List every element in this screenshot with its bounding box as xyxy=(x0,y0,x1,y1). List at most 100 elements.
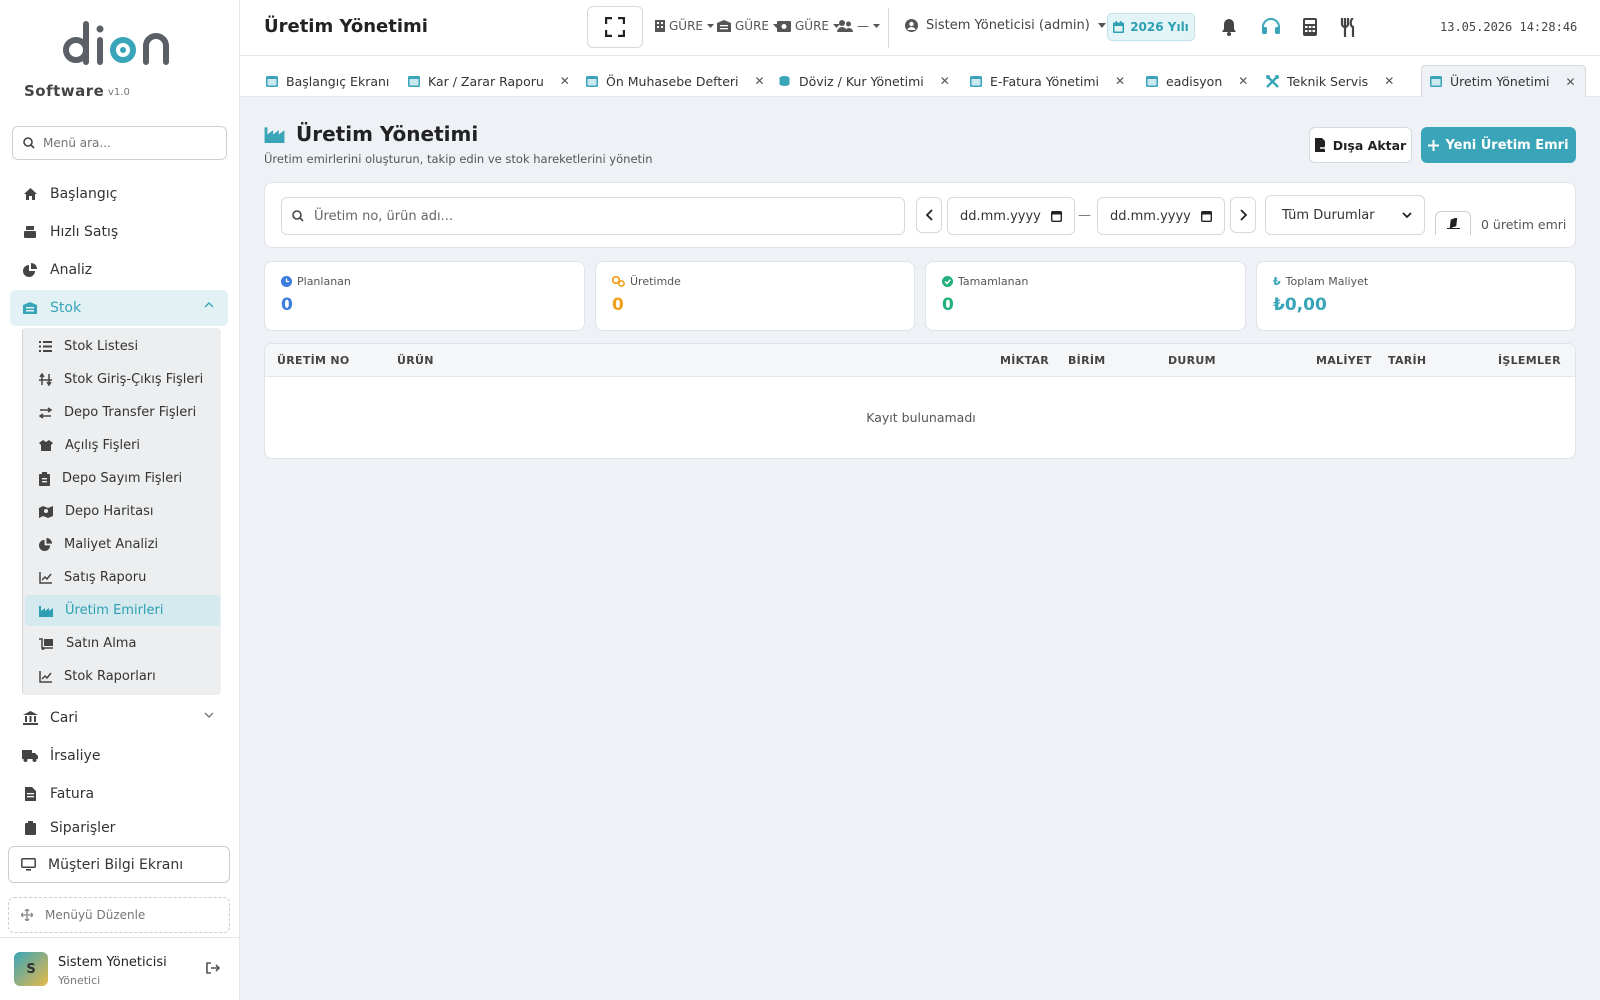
status-select[interactable]: Tüm Durumlar xyxy=(1265,195,1425,235)
sidebar-item-stok[interactable]: Stok xyxy=(10,290,228,326)
submenu-item-label: Üretim Emirleri xyxy=(65,603,164,618)
column-header-production-no[interactable]: ÜRETİM NO xyxy=(277,354,350,367)
export-label: Dışa Aktar xyxy=(1332,137,1407,153)
bell-icon[interactable] xyxy=(1221,18,1237,36)
user-name: Sistem Yöneticisi xyxy=(58,955,167,970)
tab-label: Ön Muhasebe Defteri xyxy=(606,73,739,89)
next-period-button[interactable] xyxy=(1230,197,1256,233)
stat-value: 0 xyxy=(612,295,624,315)
submenu-item-depo-haritasi[interactable]: Depo Haritası xyxy=(25,496,220,527)
sidebar-item-siparisler[interactable]: Siparişler xyxy=(10,813,228,843)
production-search-input[interactable]: Üretim no, ürün adı... xyxy=(281,197,905,235)
tab-on-muhasebe-defteri[interactable]: Ön Muhasebe Defteri ✕ xyxy=(578,65,773,97)
avatar[interactable]: S xyxy=(14,952,48,986)
user-circle-icon xyxy=(905,19,918,32)
close-icon[interactable]: ✕ xyxy=(560,74,570,88)
search-icon xyxy=(23,137,35,149)
export-button[interactable]: Dışa Aktar xyxy=(1309,127,1412,163)
stat-label: Tamamlanan xyxy=(958,275,1029,288)
clock-icon xyxy=(281,276,292,287)
stat-label: Toplam Maliyet xyxy=(1285,275,1369,288)
new-production-order-button[interactable]: Yeni Üretim Emri xyxy=(1421,127,1576,163)
stat-label: Üretimde xyxy=(630,275,681,288)
year-badge[interactable]: 2026 Yılı xyxy=(1107,13,1195,41)
column-header-product[interactable]: ÜRÜN xyxy=(397,354,434,367)
submenu-item-label: Satın Alma xyxy=(66,636,137,651)
check-circle-icon xyxy=(942,276,953,287)
submenu-item-maliyet-analizi[interactable]: Maliyet Analizi xyxy=(25,529,220,560)
column-header-cost[interactable]: MALİYET xyxy=(1316,354,1372,367)
customer-screen-button[interactable]: Müşteri Bilgi Ekranı xyxy=(8,846,230,883)
column-header-quantity[interactable]: MİKTAR xyxy=(1000,354,1049,367)
end-date-input[interactable]: dd.mm.yyyy xyxy=(1097,197,1225,235)
close-icon[interactable]: ✕ xyxy=(755,74,765,88)
submenu-item-satis-raporu[interactable]: Satış Raporu xyxy=(25,562,220,593)
logout-icon[interactable] xyxy=(206,962,220,974)
submenu-item-label: Depo Sayım Fişleri xyxy=(62,471,183,486)
edit-menu-button[interactable]: Menüyü Düzenle xyxy=(8,897,230,933)
submenu-item-uretim-emirleri[interactable]: Üretim Emirleri xyxy=(25,595,220,626)
sidebar-item-cari[interactable]: Cari xyxy=(10,700,228,736)
submenu-item-stok-listesi[interactable]: Stok Listesi xyxy=(25,331,220,362)
user-select[interactable]: Sistem Yöneticisi (admin) xyxy=(905,18,1106,33)
tab-kar-zarar-raporu[interactable]: Kar / Zarar Raporu ✕ xyxy=(400,65,578,97)
tab-e-fatura-yonetimi[interactable]: E-Fatura Yönetimi ✕ xyxy=(962,65,1133,97)
new-production-order-label: Yeni Üretim Emri xyxy=(1445,137,1569,153)
tab-label: Başlangıç Ekranı xyxy=(286,73,390,89)
chevron-up-icon xyxy=(204,302,214,308)
submenu-item-acilis-fisleri[interactable]: Açılış Fişleri xyxy=(25,430,220,461)
close-icon[interactable]: ✕ xyxy=(940,74,950,88)
calculator-icon[interactable] xyxy=(1303,18,1317,36)
clipboard-icon xyxy=(22,820,38,836)
warehouse-select[interactable]: GÜRE xyxy=(717,19,781,33)
close-icon[interactable]: ✕ xyxy=(1384,74,1394,88)
headset-icon[interactable] xyxy=(1261,18,1281,36)
sidebar-item-label: İrsaliye xyxy=(50,748,101,764)
clear-filters-button[interactable] xyxy=(1435,211,1471,235)
page-subtitle: Üretim emirlerini oluşturun, takip edin … xyxy=(264,152,653,166)
column-header-status[interactable]: DURUM xyxy=(1168,354,1216,367)
submenu-item-depo-transfer[interactable]: Depo Transfer Fişleri xyxy=(25,397,220,428)
menu-search[interactable] xyxy=(12,126,227,160)
menu-search-input[interactable] xyxy=(43,136,213,150)
submenu-item-stok-raporlari[interactable]: Stok Raporları xyxy=(25,661,220,692)
tab-teknik-servis[interactable]: Teknik Servis ✕ xyxy=(1258,65,1402,97)
cash-register-select[interactable]: GÜRE xyxy=(777,19,841,33)
stat-value: 0 xyxy=(281,295,293,315)
close-icon[interactable]: ✕ xyxy=(1566,75,1576,89)
submenu-item-satin-alma[interactable]: Satın Alma xyxy=(25,628,220,659)
sidebar-item-hizli-satis[interactable]: Hızlı Satış xyxy=(10,214,228,250)
close-icon[interactable]: ✕ xyxy=(1238,74,1248,88)
tab-doviz-kur-yonetimi[interactable]: Döviz / Kur Yönetimi ✕ xyxy=(770,65,958,97)
tab-uretim-yonetimi[interactable]: Üretim Yönetimi ✕ xyxy=(1421,65,1586,97)
sidebar-item-irsaliye[interactable]: İrsaliye xyxy=(10,738,228,774)
previous-period-button[interactable] xyxy=(916,197,942,233)
submenu-item-depo-sayim[interactable]: Depo Sayım Fişleri xyxy=(25,463,220,494)
search-placeholder: Üretim no, ürün adı... xyxy=(314,208,453,224)
submenu-item-label: Maliyet Analizi xyxy=(64,537,159,552)
year-label: 2026 Yılı xyxy=(1130,20,1189,34)
sidebar-item-fatura[interactable]: Fatura xyxy=(10,776,228,812)
fullscreen-button[interactable] xyxy=(587,6,643,48)
edit-menu-label: Menüyü Düzenle xyxy=(45,908,146,922)
staff-select[interactable]: — xyxy=(837,19,880,33)
warehouse-select-value: GÜRE xyxy=(735,19,770,33)
filter-bar: Üretim no, ürün adı... dd.mm.yyyy — dd.m… xyxy=(264,182,1576,248)
dolly-icon xyxy=(39,637,54,650)
result-count: 0 üretim emri xyxy=(1481,217,1567,232)
branch-select[interactable]: GÜRE xyxy=(655,19,715,33)
submenu-item-stok-giris-cikis[interactable]: Stok Giriş-Çıkış Fişleri xyxy=(25,364,220,395)
utensils-icon[interactable] xyxy=(1340,18,1358,37)
users-icon xyxy=(837,20,853,32)
tab-baslangic-ekrani[interactable]: Başlangıç Ekranı xyxy=(258,65,397,97)
start-date-input[interactable]: dd.mm.yyyy xyxy=(947,197,1075,235)
warehouse-icon xyxy=(22,300,38,316)
tab-eadisyon[interactable]: eadisyon ✕ xyxy=(1138,65,1256,97)
column-header-date[interactable]: TARİH xyxy=(1388,354,1426,367)
close-icon[interactable]: ✕ xyxy=(1115,74,1125,88)
column-header-unit[interactable]: BİRİM xyxy=(1068,354,1106,367)
sidebar-item-analiz[interactable]: Analiz xyxy=(10,252,228,288)
sidebar-item-baslangic[interactable]: Başlangıç xyxy=(10,176,228,212)
brand-version: v1.0 xyxy=(108,87,130,98)
column-header-actions: İŞLEMLER xyxy=(1498,354,1561,367)
